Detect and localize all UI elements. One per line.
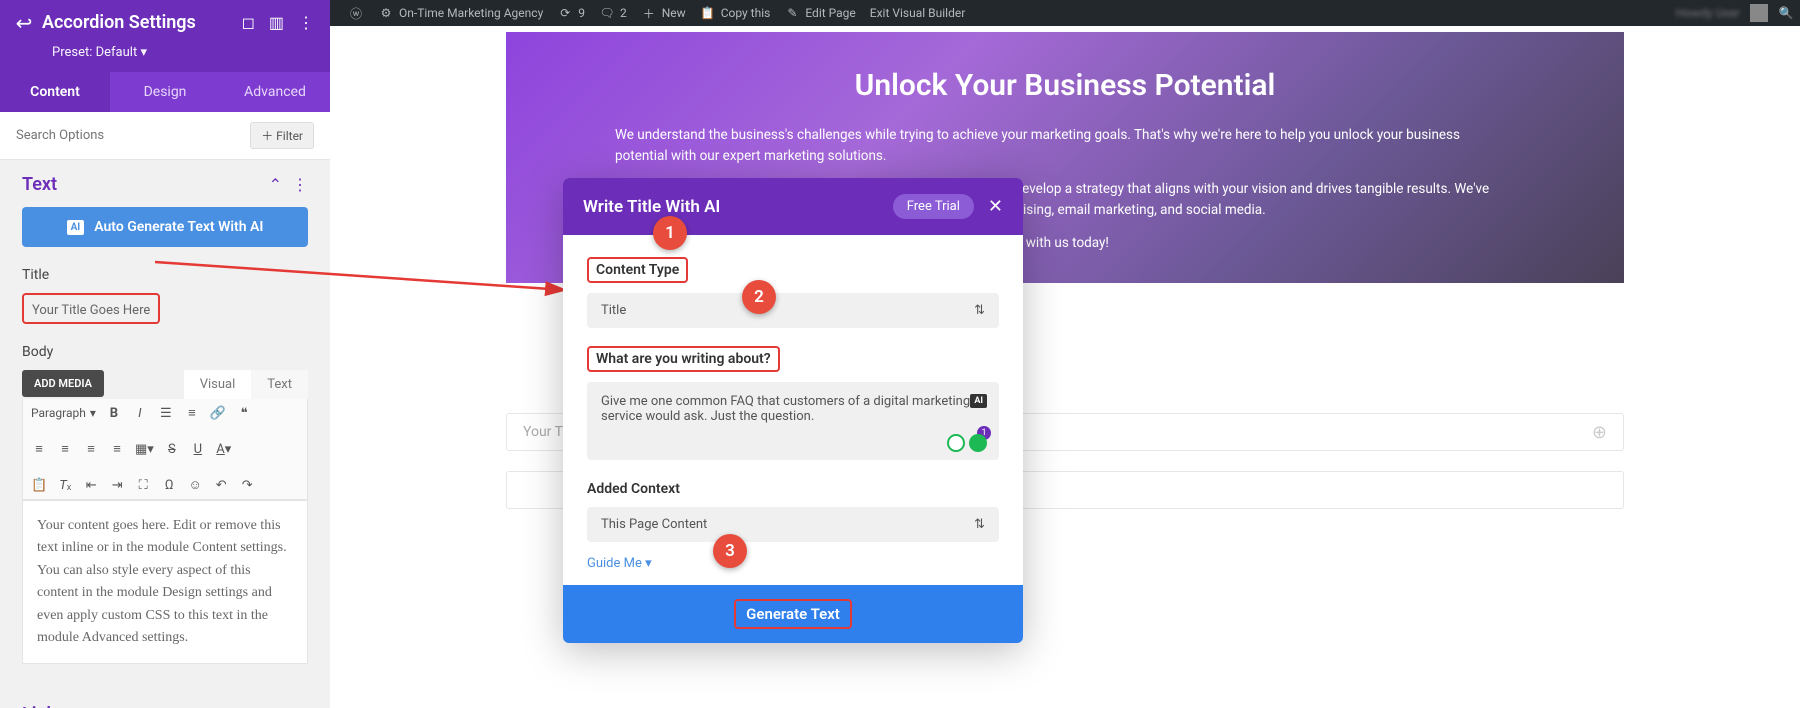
align-justify-icon[interactable]: ≡ bbox=[109, 441, 125, 457]
title-label: Title bbox=[22, 267, 308, 283]
align-left-icon[interactable]: ≡ bbox=[31, 441, 47, 457]
hero-p1: We understand the business's challenges … bbox=[615, 125, 1515, 167]
ai-badge-icon: AI bbox=[970, 394, 987, 408]
chevron-updown-icon: ⇅ bbox=[974, 303, 985, 318]
bold-icon[interactable]: B bbox=[106, 406, 122, 421]
hover-icon[interactable]: ◻ bbox=[242, 13, 255, 32]
ai-badge-icon: AI bbox=[67, 220, 85, 235]
body-label: Body bbox=[22, 344, 308, 360]
free-trial-badge[interactable]: Free Trial bbox=[893, 194, 974, 219]
link-icon[interactable]: 🔗 bbox=[210, 406, 226, 421]
clear-format-icon[interactable]: Tₓ bbox=[57, 477, 73, 493]
outdent-icon[interactable]: ⇤ bbox=[83, 478, 99, 493]
callout-2: 2 bbox=[742, 280, 776, 314]
title-input[interactable]: Your Title Goes Here bbox=[22, 293, 160, 324]
content-type-label: Content Type bbox=[587, 257, 688, 283]
editor-toolbar: Paragraph ▾ B I ☰ ≡ 🔗 ❝ ≡ ≡ ≡ ≡ ▦▾ S U A… bbox=[22, 399, 308, 500]
tab-design[interactable]: Design bbox=[110, 72, 220, 112]
text-color-icon[interactable]: A▾ bbox=[216, 442, 232, 457]
tab-advanced[interactable]: Advanced bbox=[220, 72, 330, 112]
ul-icon[interactable]: ☰ bbox=[158, 406, 174, 421]
page-canvas: Unlock Your Business Potential We unders… bbox=[330, 26, 1800, 708]
paragraph-select[interactable]: Paragraph ▾ bbox=[31, 406, 96, 420]
table-icon[interactable]: ▦▾ bbox=[135, 442, 154, 457]
guide-me-link[interactable]: Guide Me ▾ bbox=[587, 556, 999, 571]
section-text-title: Text bbox=[22, 174, 57, 195]
undo-icon[interactable]: ↶ bbox=[213, 478, 229, 493]
underline-icon[interactable]: U bbox=[190, 442, 206, 457]
emoji-icon[interactable]: ☺ bbox=[187, 477, 203, 493]
settings-sidebar: ↩ Accordion Settings ◻ ▥ ⋮ Preset: Defau… bbox=[0, 0, 330, 708]
ai-modal: Write Title With AI Free Trial ✕ Content… bbox=[563, 178, 1023, 643]
text-tab[interactable]: Text bbox=[251, 370, 308, 399]
preset-dropdown[interactable]: Preset: Default ▾ bbox=[0, 45, 330, 72]
grammarly-icon[interactable] bbox=[947, 434, 965, 452]
about-label: What are you writing about? bbox=[587, 346, 780, 372]
visual-tab[interactable]: Visual bbox=[184, 370, 252, 399]
section-link-title: Link bbox=[22, 704, 308, 708]
indent-icon[interactable]: ⇥ bbox=[109, 478, 125, 493]
section-more-icon[interactable]: ⋮ bbox=[292, 175, 308, 194]
italic-icon[interactable]: I bbox=[132, 406, 148, 421]
copy-link[interactable]: 📋Copy this bbox=[700, 5, 771, 21]
added-context-select[interactable]: This Page Content⇅ bbox=[587, 507, 999, 542]
callout-3: 3 bbox=[713, 534, 747, 568]
fullscreen-icon[interactable]: ⛶ bbox=[135, 478, 151, 493]
expand-icon[interactable]: ⊕ bbox=[1592, 422, 1607, 443]
special-char-icon[interactable]: Ω bbox=[161, 478, 177, 493]
align-center-icon[interactable]: ≡ bbox=[57, 441, 73, 457]
responsive-icon[interactable]: ▥ bbox=[269, 13, 284, 32]
edit-page-link[interactable]: ✎Edit Page bbox=[784, 5, 855, 21]
quote-icon[interactable]: ❝ bbox=[236, 406, 252, 421]
body-editor[interactable]: Your content goes here. Edit or remove t… bbox=[22, 500, 308, 664]
avatar[interactable] bbox=[1750, 4, 1768, 22]
added-context-label: Added Context bbox=[587, 481, 680, 497]
paste-icon[interactable]: 📋 bbox=[31, 478, 47, 493]
updates-link[interactable]: ⟳9 bbox=[557, 5, 585, 21]
strike-icon[interactable]: S bbox=[164, 442, 180, 457]
exit-visual-builder[interactable]: Exit Visual Builder bbox=[870, 6, 966, 20]
collapse-icon[interactable]: ⌃ bbox=[269, 175, 282, 194]
generate-text-button[interactable]: Generate Text bbox=[734, 599, 852, 629]
filter-button[interactable]: ＋ Filter bbox=[250, 122, 314, 149]
chevron-updown-icon: ⇅ bbox=[974, 517, 985, 532]
about-textarea[interactable]: Give me one common FAQ that customers of… bbox=[587, 382, 999, 460]
modal-title: Write Title With AI bbox=[583, 197, 893, 217]
new-content-link[interactable]: ＋New bbox=[641, 5, 686, 21]
close-icon[interactable]: ✕ bbox=[988, 196, 1003, 217]
back-icon[interactable]: ↩ bbox=[16, 15, 32, 31]
ol-icon[interactable]: ≡ bbox=[184, 405, 200, 421]
auto-generate-ai-button[interactable]: AI Auto Generate Text With AI bbox=[22, 207, 308, 247]
redo-icon[interactable]: ↷ bbox=[239, 478, 255, 493]
user-greeting[interactable]: Howdy User bbox=[1676, 6, 1740, 20]
content-type-select[interactable]: Title⇅ bbox=[587, 293, 999, 328]
add-media-button[interactable]: ADD MEDIA bbox=[22, 370, 104, 397]
search-options-input[interactable] bbox=[16, 128, 250, 143]
site-name-link[interactable]: ⚙On-Time Marketing Agency bbox=[378, 5, 543, 21]
sidebar-title: Accordion Settings bbox=[42, 12, 232, 33]
hero-heading: Unlock Your Business Potential bbox=[566, 68, 1564, 103]
wp-logo[interactable]: ⓦ bbox=[348, 5, 364, 21]
align-right-icon[interactable]: ≡ bbox=[83, 441, 99, 457]
tab-content[interactable]: Content bbox=[0, 72, 110, 112]
grammarly-status-icon[interactable] bbox=[969, 434, 987, 452]
comments-link[interactable]: 🗨2 bbox=[599, 5, 627, 21]
search-icon[interactable]: 🔍 bbox=[1778, 5, 1794, 21]
more-icon[interactable]: ⋮ bbox=[298, 13, 314, 32]
callout-1: 1 bbox=[653, 216, 687, 250]
